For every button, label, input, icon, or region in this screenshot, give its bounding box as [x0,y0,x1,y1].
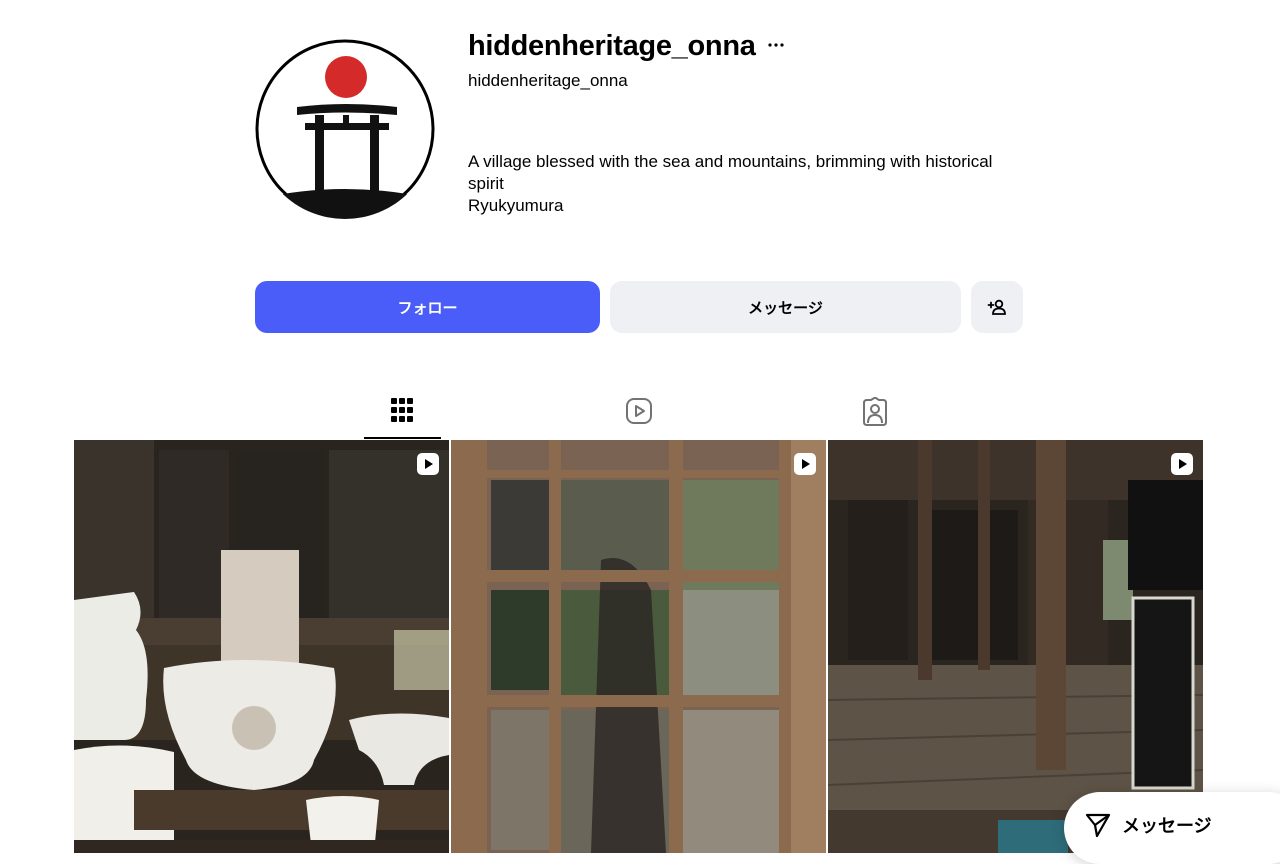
reel-badge [794,453,816,475]
profile-avatar[interactable] [255,39,435,219]
reels-icon [626,398,652,424]
tab-reels[interactable] [601,395,677,439]
reel-badge [417,453,439,475]
post-thumbnail[interactable] [74,440,449,853]
follow-button[interactable]: フォロー [255,281,600,333]
tab-tagged[interactable] [837,395,913,439]
suggested-users-button[interactable] [971,281,1023,333]
post-thumbnail[interactable] [451,440,826,853]
bio-line: A village blessed with the sea and mount… [468,152,993,193]
add-person-icon [987,299,1006,315]
reel-badge [1171,453,1193,475]
floating-message-button[interactable]: メッセージ [1064,792,1280,864]
ellipsis-icon [768,43,784,47]
message-button[interactable]: メッセージ [610,281,961,333]
grid-icon [391,398,413,422]
profile-username: hiddenheritage_onna [468,30,756,62]
profile-handle: hiddenheritage_onna [468,71,628,90]
reel-play-icon [802,459,810,469]
profile-tabs [0,395,1280,439]
reel-play-icon [1179,459,1187,469]
send-icon [1085,813,1111,838]
tagged-user-icon [863,397,887,426]
tab-posts[interactable] [364,395,440,439]
active-tab-indicator [364,437,441,439]
profile-bio: A village blessed with the sea and mount… [468,151,1028,217]
more-options-button[interactable] [765,34,787,56]
torii-gate-with-red-sun-icon [255,39,435,219]
post-image-window [451,440,826,853]
reel-play-icon [425,459,433,469]
floating-message-label: メッセージ [1122,816,1212,837]
post-image-ceramics [74,440,449,853]
post-grid [74,440,1203,853]
bio-line: Ryukyumura [468,196,564,215]
